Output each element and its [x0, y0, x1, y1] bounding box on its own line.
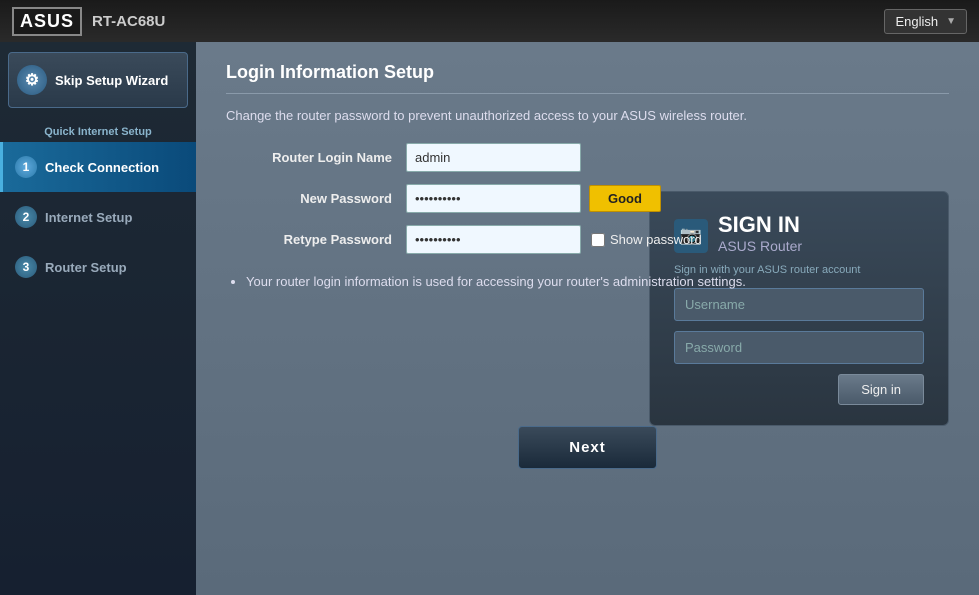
show-password-text: Show password [610, 232, 702, 247]
show-password-label[interactable]: Show password [591, 232, 702, 247]
description: Change the router password to prevent un… [226, 108, 949, 123]
main-layout: ⚙ Skip Setup Wizard Quick Internet Setup… [0, 42, 979, 595]
sidebar-num-3: 3 [15, 256, 37, 278]
sidebar-item-internet-setup[interactable]: 2 Internet Setup [0, 192, 196, 242]
sidebar-num-1: 1 [15, 156, 37, 178]
sidebar-label-2: Internet Setup [45, 210, 132, 225]
login-name-label: Router Login Name [226, 150, 406, 165]
signin-box: 📷 SIGN IN ASUS Router Sign in with your … [649, 191, 949, 426]
header-logo: ASUS RT-AC68U [12, 7, 165, 36]
new-password-label: New Password [226, 191, 406, 206]
sidebar: ⚙ Skip Setup Wizard Quick Internet Setup… [0, 42, 196, 595]
retype-password-label: Retype Password [226, 232, 406, 247]
signin-button[interactable]: Sign in [838, 374, 924, 405]
retype-password-input[interactable] [406, 225, 581, 254]
sidebar-label-3: Router Setup [45, 260, 127, 275]
sidebar-num-2: 2 [15, 206, 37, 228]
asus-logo-text: ASUS [12, 7, 82, 36]
signin-subtitle: ASUS Router [718, 238, 802, 254]
header-model: RT-AC68U [92, 13, 165, 30]
next-button[interactable]: Next [518, 426, 657, 469]
language-selector[interactable]: English ▼ [884, 9, 967, 34]
skip-setup-wizard-button[interactable]: ⚙ Skip Setup Wizard [8, 52, 188, 108]
signin-password-input[interactable] [674, 331, 924, 364]
skip-icon: ⚙ [17, 65, 47, 95]
sidebar-item-router-setup[interactable]: 3 Router Setup [0, 242, 196, 292]
sidebar-item-check-connection[interactable]: 1 Check Connection [0, 142, 196, 192]
next-button-row: Next [226, 426, 949, 469]
sidebar-label-1: Check Connection [45, 160, 159, 175]
main-content: Login Information Setup Change the route… [196, 42, 979, 595]
signin-title: SIGN IN [718, 212, 802, 238]
show-password-checkbox[interactable] [591, 233, 605, 247]
language-label: English [895, 14, 938, 29]
login-name-input[interactable] [406, 143, 581, 172]
form-row-login-name: Router Login Name [226, 143, 949, 172]
page-title: Login Information Setup [226, 62, 949, 94]
chevron-down-icon: ▼ [946, 16, 956, 27]
skip-label: Skip Setup Wizard [55, 73, 168, 88]
signin-header: 📷 SIGN IN ASUS Router [674, 212, 924, 260]
sidebar-title: Quick Internet Setup [0, 118, 196, 142]
password-strength-badge: Good [589, 185, 661, 212]
new-password-input[interactable] [406, 184, 581, 213]
header: ASUS RT-AC68U English ▼ [0, 0, 979, 42]
